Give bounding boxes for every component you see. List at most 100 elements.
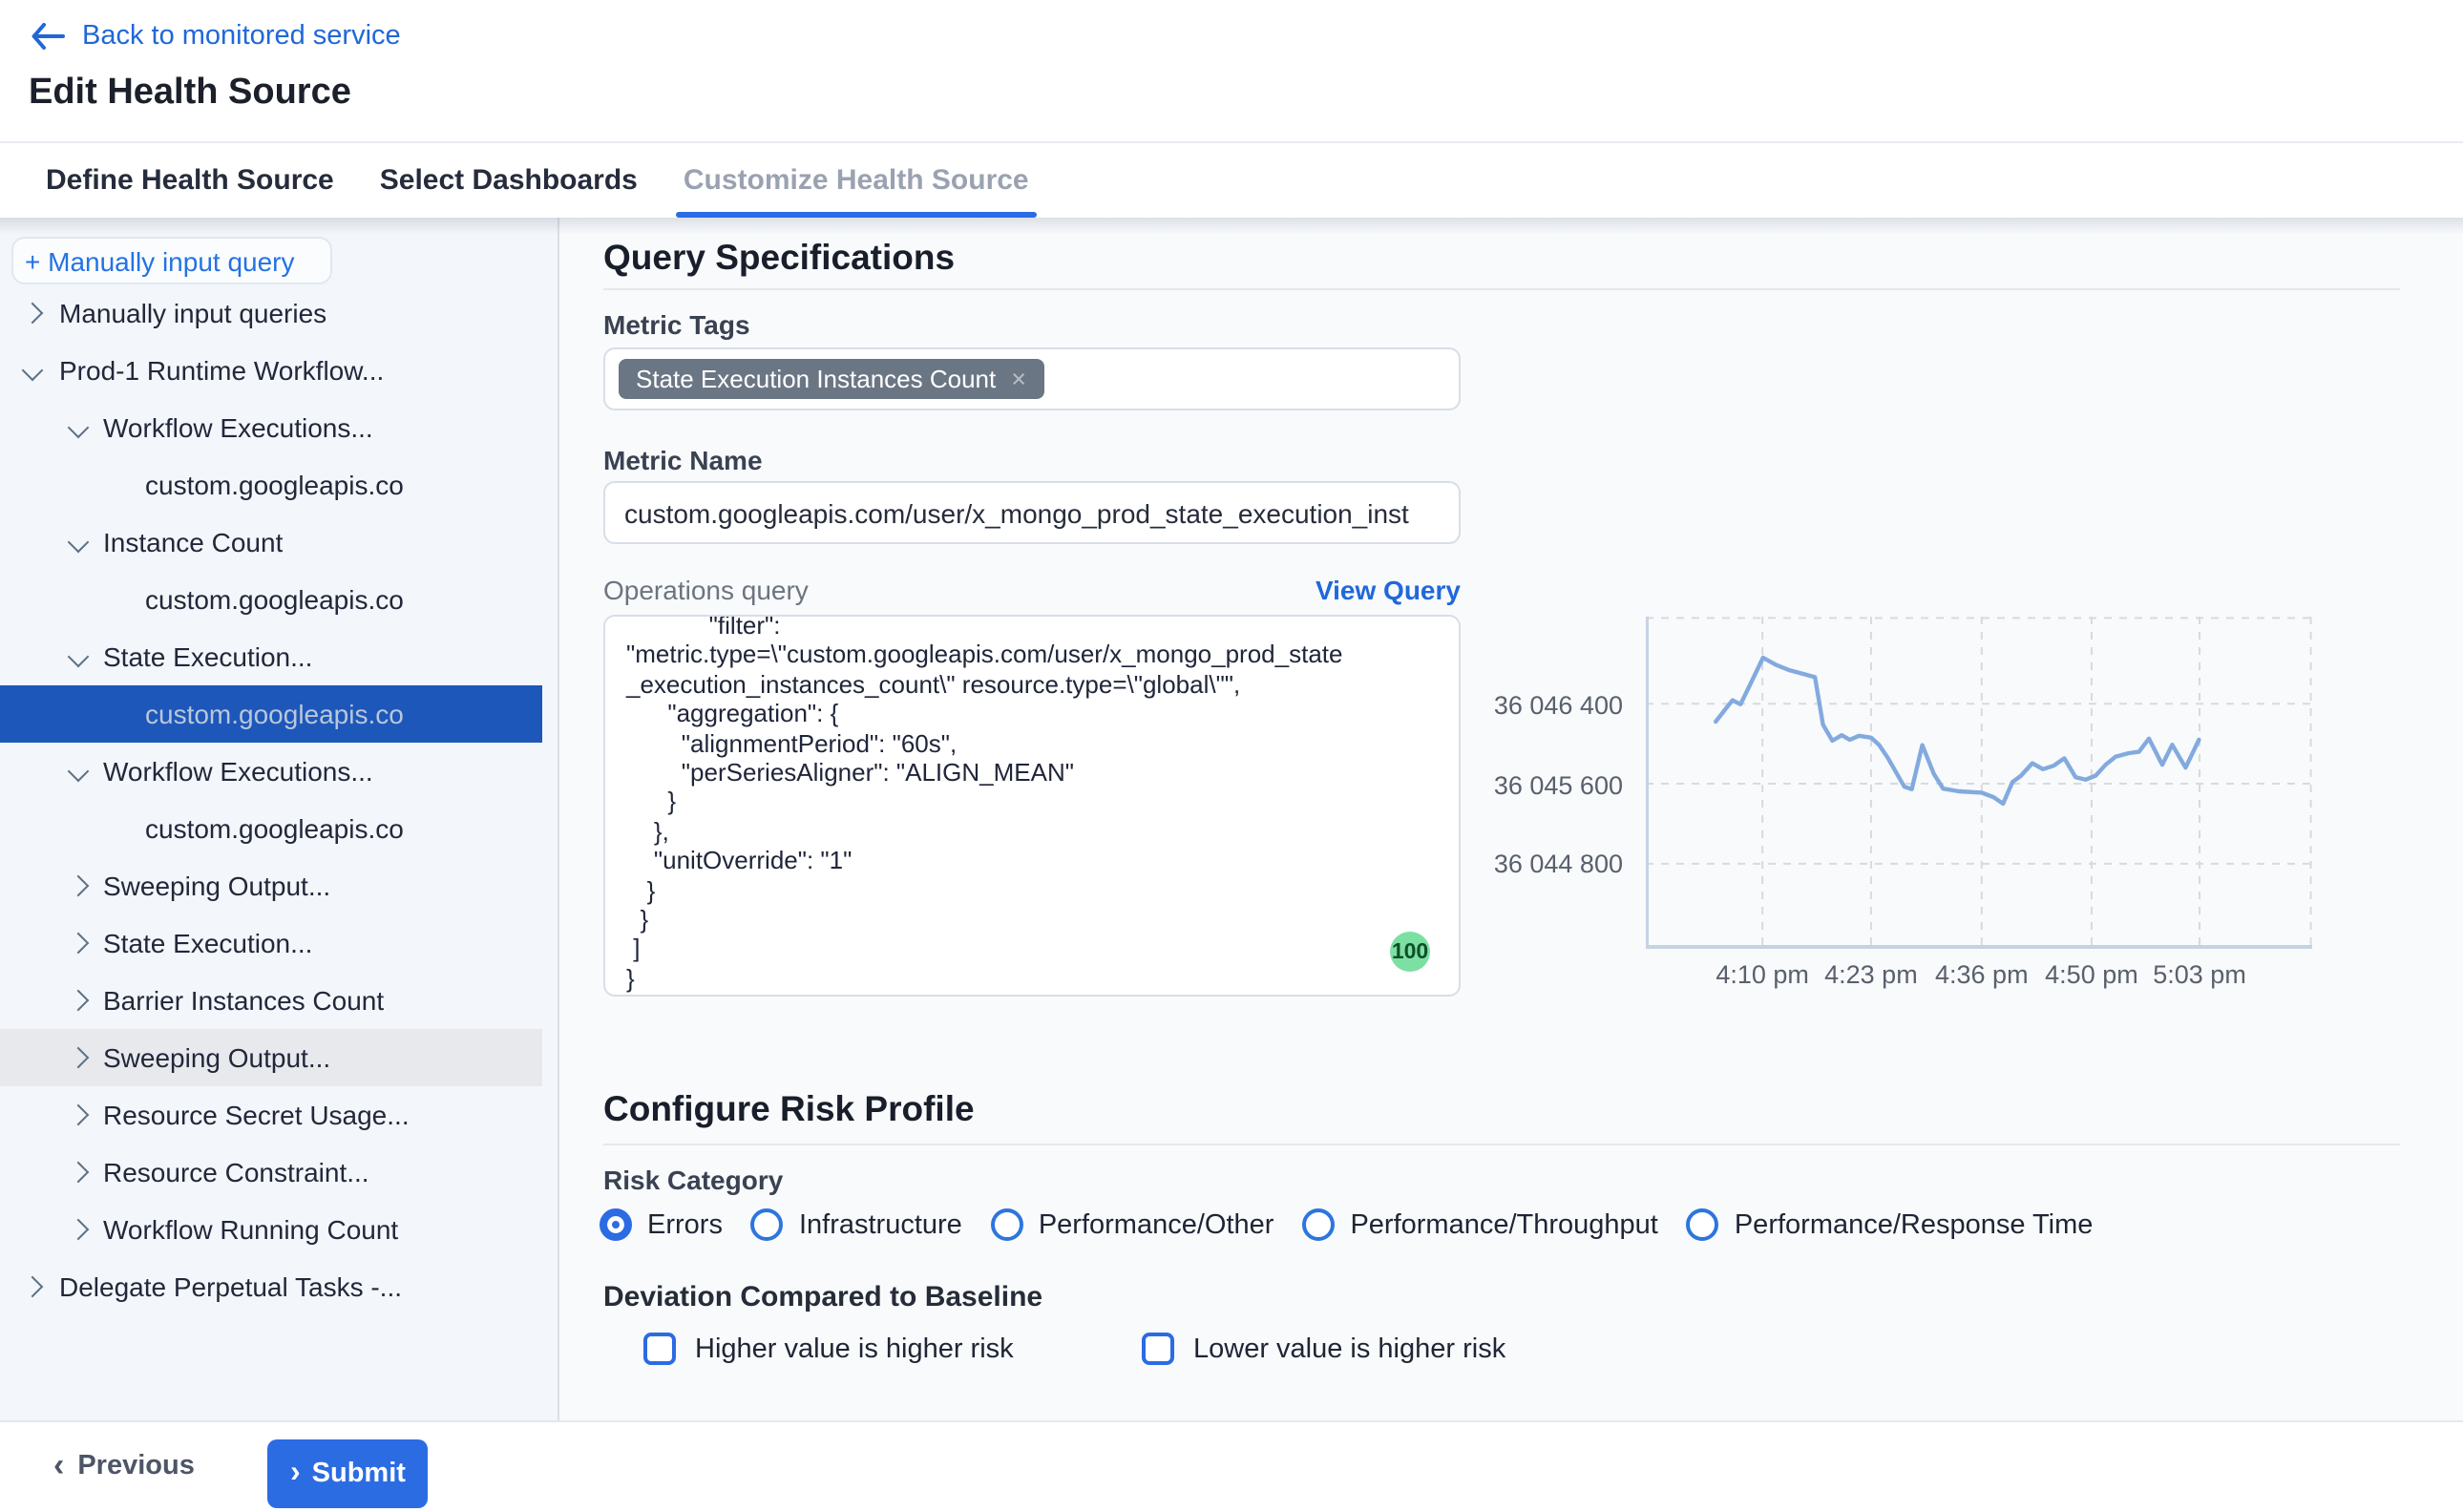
radio-icon[interactable] bbox=[991, 1208, 1023, 1241]
tree-item[interactable]: custom.googleapis.co bbox=[0, 571, 542, 628]
checkbox-label: Higher value is higher risk bbox=[695, 1334, 1014, 1364]
tree-item-label: custom.googleapis.co bbox=[145, 699, 404, 729]
chevron-down-icon[interactable] bbox=[68, 417, 90, 439]
metric-tags-input[interactable]: State Execution Instances Count × bbox=[603, 347, 1461, 410]
tree-item[interactable]: Workflow Running Count bbox=[0, 1201, 542, 1258]
chevron-right-icon[interactable] bbox=[22, 303, 44, 325]
tree-item-label: Workflow Executions... bbox=[103, 412, 373, 443]
tree-item[interactable]: custom.googleapis.co bbox=[0, 800, 542, 857]
tree-item[interactable]: Prod-1 Runtime Workflow... bbox=[0, 342, 542, 399]
risk-category-option-performance-throughput[interactable]: Performance/Throughput bbox=[1302, 1208, 1657, 1241]
x-axis-tick-label: 4:23 pm bbox=[1810, 960, 1932, 989]
back-link[interactable]: Back to monitored service bbox=[31, 21, 401, 52]
tab-define-health-source[interactable]: Define Health Source bbox=[46, 143, 334, 218]
radio-icon[interactable] bbox=[751, 1208, 784, 1241]
chevron-right-icon[interactable] bbox=[68, 1104, 90, 1126]
add-manual-query-button[interactable]: + Manually input query bbox=[11, 237, 332, 284]
tree-item-label: custom.googleapis.co bbox=[145, 584, 404, 615]
chevron-down-icon[interactable] bbox=[68, 646, 90, 668]
tree-item[interactable]: State Execution... bbox=[0, 914, 542, 972]
view-query-link[interactable]: View Query bbox=[1316, 575, 1461, 605]
tree-item-label: Prod-1 Runtime Workflow... bbox=[59, 355, 384, 386]
tree-item-selected[interactable]: custom.googleapis.co bbox=[0, 685, 542, 743]
tree-item-label: Instance Count bbox=[103, 527, 283, 557]
risk-category-option-performance-other[interactable]: Performance/Other bbox=[991, 1208, 1274, 1241]
metric-tags-label: Metric Tags bbox=[603, 309, 750, 340]
tree-item[interactable]: custom.googleapis.co bbox=[0, 456, 542, 514]
tree-item[interactable]: Sweeping Output... bbox=[0, 857, 542, 914]
chevron-down-icon[interactable] bbox=[68, 761, 90, 783]
remove-tag-icon[interactable]: × bbox=[1011, 365, 1026, 393]
x-axis-tick-label: 5:03 pm bbox=[2138, 960, 2261, 989]
x-axis-tick-label: 4:50 pm bbox=[2031, 960, 2153, 989]
chevron-right-icon[interactable] bbox=[68, 933, 90, 955]
deviation-checkbox-lower[interactable]: Lower value is higher risk bbox=[1142, 1333, 1505, 1365]
checkbox-icon[interactable] bbox=[643, 1333, 676, 1365]
y-axis-tick-label: 36 046 400 bbox=[1470, 690, 1623, 719]
radio-selected-icon[interactable] bbox=[600, 1208, 632, 1241]
page-title: Edit Health Source bbox=[29, 73, 351, 115]
checkbox-icon[interactable] bbox=[1142, 1333, 1174, 1365]
chevron-right-icon[interactable] bbox=[68, 875, 90, 897]
radio-label: Performance/Other bbox=[1039, 1209, 1274, 1240]
metric-name-input[interactable]: custom.googleapis.com/user/x_mongo_prod_… bbox=[603, 481, 1461, 544]
tree-item[interactable]: Barrier Instances Count bbox=[0, 972, 542, 1029]
tree-item[interactable]: Instance Count bbox=[0, 514, 542, 571]
chevron-right-icon[interactable] bbox=[68, 1047, 90, 1069]
radio-icon[interactable] bbox=[1687, 1208, 1719, 1241]
metric-tree-sidebar: + Manually input query Manually input qu… bbox=[0, 218, 559, 1420]
deviation-checkbox-higher[interactable]: Higher value is higher risk bbox=[643, 1333, 1014, 1365]
configure-risk-profile-heading: Configure Risk Profile bbox=[603, 1088, 975, 1130]
chevron-right-icon[interactable] bbox=[22, 1276, 44, 1298]
tree-item[interactable]: Workflow Executions... bbox=[0, 399, 542, 456]
risk-category-label: Risk Category bbox=[603, 1165, 783, 1195]
metric-name-label: Metric Name bbox=[603, 445, 763, 475]
main-panel: Query Specifications Metric Tags State E… bbox=[559, 218, 2463, 1420]
tree-item-label: Delegate Perpetual Tasks -... bbox=[59, 1271, 402, 1302]
tree-item[interactable]: Manually input queries bbox=[0, 284, 542, 342]
tree-item-label: Barrier Instances Count bbox=[103, 985, 384, 1016]
back-arrow-icon bbox=[31, 23, 65, 50]
x-axis-tick-label: 4:36 pm bbox=[1921, 960, 2043, 989]
tree-item[interactable]: Resource Secret Usage... bbox=[0, 1086, 542, 1144]
deviation-baseline-label: Deviation Compared to Baseline bbox=[603, 1281, 1042, 1313]
tree-item[interactable]: Workflow Executions... bbox=[0, 743, 542, 800]
radio-icon[interactable] bbox=[1302, 1208, 1335, 1241]
operations-query-textarea[interactable]: "filter": "metric.type=\"custom.googleap… bbox=[603, 615, 1461, 997]
back-link-label: Back to monitored service bbox=[82, 21, 401, 52]
tree-item-label: Resource Constraint... bbox=[103, 1157, 369, 1187]
divider bbox=[603, 288, 2400, 290]
tree-item-label: Workflow Running Count bbox=[103, 1214, 398, 1245]
footer-bar: ‹ Previous › Submit bbox=[0, 1420, 2463, 1512]
tab-select-dashboards[interactable]: Select Dashboards bbox=[380, 143, 638, 218]
x-axis-tick-label: 4:10 pm bbox=[1701, 960, 1823, 989]
wizard-tabs: Define Health Source Select Dashboards Cus… bbox=[0, 141, 2463, 218]
tree-item[interactable]: Sweeping Output... bbox=[0, 1029, 542, 1086]
metric-line-series bbox=[1716, 658, 2199, 804]
chart-canvas bbox=[1646, 617, 2312, 949]
chevron-down-icon[interactable] bbox=[68, 532, 90, 554]
risk-category-option-infrastructure[interactable]: Infrastructure bbox=[751, 1208, 962, 1241]
operations-query-json: "filter": "metric.type=\"custom.googleap… bbox=[605, 615, 1459, 994]
operations-query-label: Operations query bbox=[603, 575, 809, 605]
tab-customize-health-source[interactable]: Customize Health Source bbox=[684, 143, 1029, 218]
tree-item[interactable]: Delegate Perpetual Tasks -... bbox=[0, 1258, 542, 1315]
tree-item-label: custom.googleapis.co bbox=[145, 470, 404, 500]
submit-button[interactable]: › Submit bbox=[267, 1439, 429, 1508]
tree-item-label: State Execution... bbox=[103, 928, 312, 958]
edit-health-source-page: Back to monitored service Edit Health So… bbox=[0, 0, 2463, 1512]
risk-category-option-errors[interactable]: Errors bbox=[600, 1208, 723, 1241]
checkbox-label: Lower value is higher risk bbox=[1193, 1334, 1505, 1364]
chevron-right-icon[interactable] bbox=[68, 990, 90, 1012]
radio-label: Performance/Response Time bbox=[1735, 1209, 2094, 1240]
chevron-right-icon[interactable] bbox=[68, 1219, 90, 1241]
previous-button[interactable]: ‹ Previous bbox=[53, 1451, 195, 1481]
tree-item[interactable]: Resource Constraint... bbox=[0, 1144, 542, 1201]
chevron-right-icon[interactable] bbox=[68, 1162, 90, 1184]
risk-category-option-performance-response-time[interactable]: Performance/Response Time bbox=[1687, 1208, 2094, 1241]
tree-item[interactable]: State Execution... bbox=[0, 628, 542, 685]
chevron-down-icon[interactable] bbox=[22, 360, 44, 382]
tree-item-label: Resource Secret Usage... bbox=[103, 1100, 410, 1130]
tree-item-label: Sweeping Output... bbox=[103, 1042, 330, 1073]
tree-item-label: Sweeping Output... bbox=[103, 871, 330, 901]
